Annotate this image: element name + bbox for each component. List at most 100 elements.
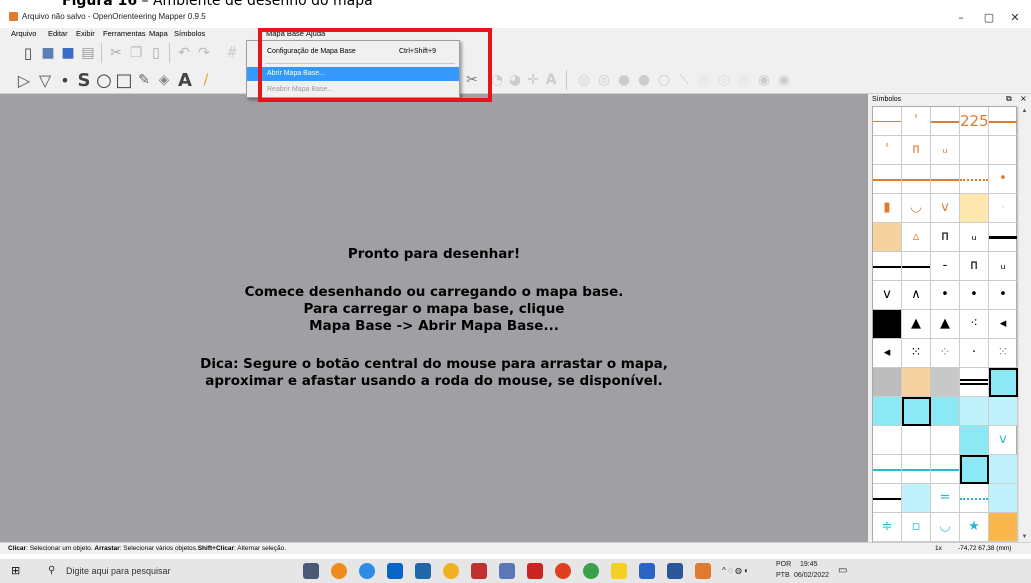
save-icon[interactable]: ■ <box>58 43 78 63</box>
symbol-cell[interactable] <box>931 107 960 136</box>
symbol-cell[interactable]: - <box>931 252 960 281</box>
draw-circle-icon[interactable]: ○ <box>94 70 114 91</box>
symbol-cell[interactable] <box>960 484 989 513</box>
menu-simbolos[interactable]: Símbolos <box>171 28 208 40</box>
symbol-cell[interactable]: ' <box>873 136 902 165</box>
tray-date[interactable]: 06/02/2022 <box>794 572 829 579</box>
menu-arquivo[interactable]: Arquivo <box>8 28 39 40</box>
taskbar-app-icon[interactable] <box>667 563 683 579</box>
tray-language-2[interactable]: PTB <box>776 572 790 579</box>
new-file-icon[interactable]: ▯ <box>18 43 38 63</box>
symbol-cell[interactable]: ᵤ <box>960 223 989 252</box>
symbol-cell[interactable]: ▮ <box>873 194 902 223</box>
taskbar-app-icon[interactable] <box>695 563 711 579</box>
cut-icon[interactable]: ✂ <box>106 43 126 63</box>
symbol-cell[interactable]: ᵤ <box>931 136 960 165</box>
symbol-cell[interactable]: ⁖ <box>960 310 989 339</box>
taskbar-app-icon[interactable] <box>639 563 655 579</box>
windows-start-icon[interactable]: ⊞ <box>11 565 23 577</box>
symbol-cell[interactable] <box>960 397 989 426</box>
symbol-cell[interactable] <box>873 165 902 194</box>
symbol-cell[interactable] <box>931 455 960 484</box>
draw-text-icon[interactable]: A <box>175 70 195 91</box>
symbol-cell[interactable]: ◡ <box>931 513 960 542</box>
taskbar-app-icon[interactable] <box>499 563 515 579</box>
symbol-cell[interactable]: ᴨ <box>931 223 960 252</box>
boolean-xor-icon[interactable]: ● <box>634 70 654 90</box>
scroll-down-icon[interactable]: ▼ <box>1019 532 1030 542</box>
panel-float-icon[interactable]: ⧉ <box>1006 94 1012 104</box>
redo-icon[interactable]: ↷ <box>194 43 214 63</box>
boolean-intersect-icon[interactable]: ◎ <box>594 70 614 90</box>
symbol-cell[interactable]: ★ <box>960 513 989 542</box>
symbol-cell[interactable] <box>989 223 1018 252</box>
notification-icon[interactable]: ▭ <box>838 565 847 576</box>
taskbar-app-icon[interactable] <box>331 563 347 579</box>
merge-icon[interactable]: ◎ <box>734 70 754 90</box>
move-icon[interactable]: ✛ <box>523 70 543 90</box>
symbol-cell[interactable]: ◂ <box>989 310 1018 339</box>
draw-point-icon[interactable]: • <box>55 70 75 90</box>
measure-icon[interactable]: ⟍ <box>674 70 694 90</box>
symbol-cell[interactable]: = <box>931 484 960 513</box>
symbol-cell[interactable]: v <box>873 281 902 310</box>
symbol-cell[interactable]: v <box>931 194 960 223</box>
symbol-cell[interactable]: ' <box>902 107 931 136</box>
symbol-cell[interactable]: ⁙ <box>989 339 1018 368</box>
symbol-cell[interactable] <box>989 513 1018 542</box>
symbol-cell[interactable] <box>902 252 931 281</box>
menu-mapa[interactable]: Mapa <box>146 28 171 40</box>
draw-freehand-icon[interactable]: ✎ <box>134 70 154 90</box>
symbol-cell[interactable]: v <box>989 426 1018 455</box>
symbol-cell[interactable] <box>960 136 989 165</box>
symbol-cell[interactable] <box>902 484 931 513</box>
taskbar-app-icon[interactable] <box>443 563 459 579</box>
boolean-difference-icon[interactable]: ● <box>614 70 634 90</box>
convert-icon[interactable]: ◎ <box>694 70 714 90</box>
open-folder-icon[interactable]: ■ <box>38 43 58 63</box>
undo-icon[interactable]: ↶ <box>174 43 194 63</box>
symbol-grid[interactable]: ' 225 ' ᴨ ᵤ • ▮ ◡ v · ▵ ᴨ ᵤ - ᴨ ᵤ v ∧ • … <box>872 106 1018 542</box>
symbol-cell[interactable] <box>960 194 989 223</box>
symbol-cell[interactable] <box>902 397 931 426</box>
symbol-cell[interactable] <box>873 107 902 136</box>
taskbar-app-icon[interactable] <box>611 563 627 579</box>
edit-objects-icon[interactable]: ▷ <box>14 70 34 90</box>
symbol-cell[interactable] <box>989 136 1018 165</box>
symbol-cell[interactable]: ≑ <box>873 513 902 542</box>
text-align-icon[interactable]: A <box>541 70 561 90</box>
tray-time[interactable]: 19:45 <box>800 561 818 568</box>
tray-icons[interactable]: ^ ◌ ◍ ◐ <box>722 566 749 575</box>
symbol-cell[interactable] <box>989 484 1018 513</box>
symbol-cell[interactable] <box>931 165 960 194</box>
symbol-cell[interactable] <box>960 426 989 455</box>
edit-lines-icon[interactable]: ▽ <box>35 70 55 90</box>
symbol-cell[interactable] <box>873 426 902 455</box>
symbol-cell[interactable] <box>931 397 960 426</box>
grid-icon[interactable]: # <box>222 43 242 63</box>
scroll-up-icon[interactable]: ▲ <box>1019 106 1030 116</box>
symbol-cell[interactable]: ᵤ <box>989 252 1018 281</box>
symbol-cell[interactable] <box>989 397 1018 426</box>
symbol-cell[interactable] <box>873 223 902 252</box>
print-icon[interactable]: ▤ <box>78 43 98 63</box>
symbol-cell[interactable] <box>873 484 902 513</box>
distribute-icon[interactable]: ◎ <box>714 70 734 90</box>
menu-ferramentas[interactable]: Ferramentas <box>100 28 149 40</box>
symbol-cell[interactable] <box>989 455 1018 484</box>
draw-rectangle-icon[interactable]: □ <box>114 70 134 91</box>
taskbar-app-icon[interactable] <box>303 563 319 579</box>
symbol-cell[interactable]: ◂ <box>873 339 902 368</box>
minimize-button[interactable]: – <box>946 10 976 26</box>
symbol-cell[interactable] <box>902 426 931 455</box>
symbol-225[interactable]: 225 <box>960 107 989 136</box>
symbol-cell[interactable]: ▫ <box>902 513 931 542</box>
symbol-cell[interactable] <box>873 310 902 339</box>
paste-icon[interactable]: ▯ <box>146 43 166 63</box>
taskbar-app-icon[interactable] <box>415 563 431 579</box>
symbol-cell[interactable]: ᴨ <box>902 136 931 165</box>
symbol-cell[interactable] <box>960 165 989 194</box>
symbol-cell[interactable]: ⁙ <box>902 339 931 368</box>
symbol-cell[interactable] <box>873 397 902 426</box>
menu-exibir[interactable]: Exibir <box>73 28 98 40</box>
